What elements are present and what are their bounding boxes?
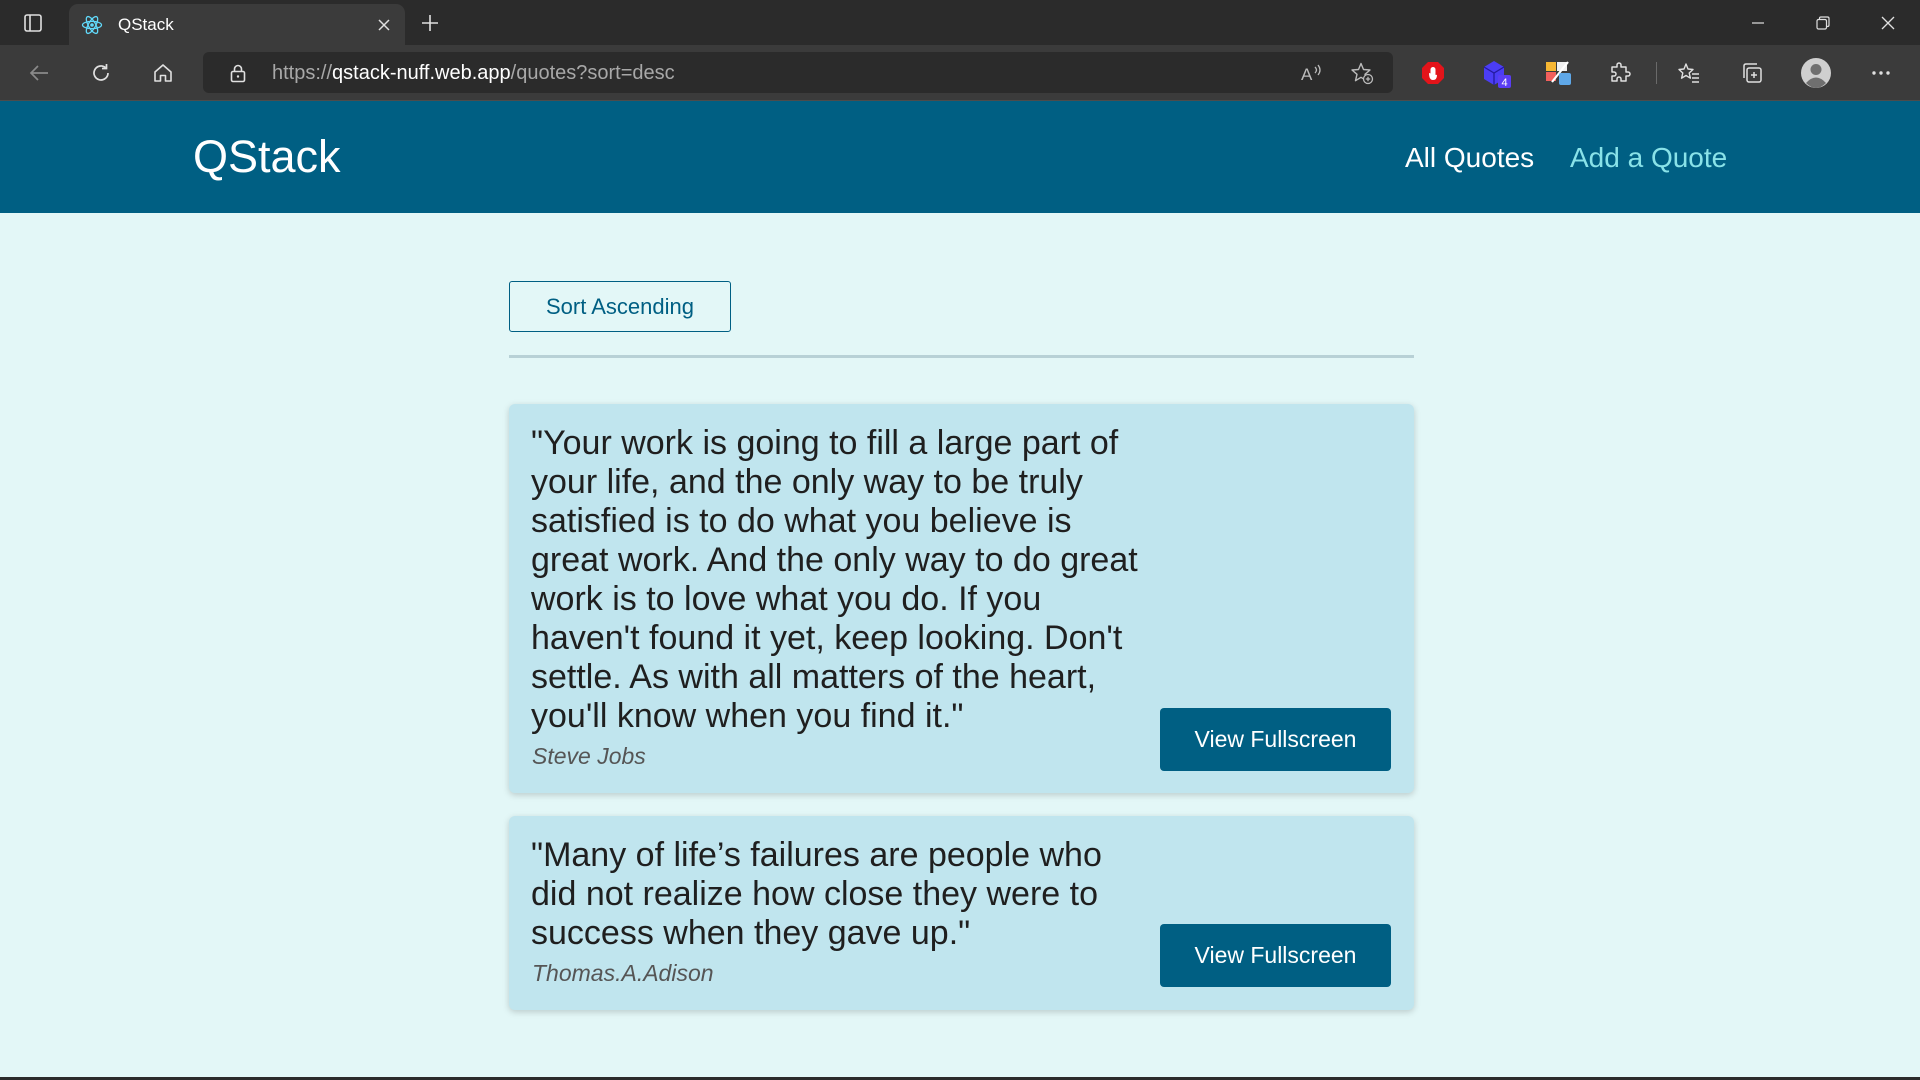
- view-fullscreen-button[interactable]: View Fullscreen: [1160, 708, 1391, 771]
- quote-text: "Your work is going to fill a large part…: [531, 424, 1138, 735]
- close-window-icon[interactable]: [1865, 5, 1911, 40]
- read-aloud-icon[interactable]: A: [1299, 60, 1325, 86]
- toolbar-divider: [1656, 62, 1657, 84]
- favorites-icon[interactable]: [1670, 55, 1708, 91]
- quote-card: "Your work is going to fill a large part…: [509, 404, 1414, 793]
- url-text[interactable]: https://qstack-nuff.web.app/quotes?sort=…: [272, 60, 675, 86]
- browser-toolbar: https://qstack-nuff.web.app/quotes?sort=…: [0, 45, 1920, 100]
- svg-text:A: A: [1301, 65, 1313, 84]
- close-icon[interactable]: [373, 14, 395, 36]
- quote-card: "Many of life’s failures are people who …: [509, 816, 1414, 1010]
- lock-icon[interactable]: [227, 62, 249, 84]
- back-icon[interactable]: [20, 55, 58, 91]
- quote-author: Thomas.A.Adison: [532, 960, 714, 986]
- browser-tab[interactable]: QStack: [69, 4, 405, 45]
- profile-icon[interactable]: [1797, 55, 1835, 91]
- app-logo[interactable]: QStack: [193, 131, 341, 183]
- collections-icon[interactable]: [1733, 55, 1771, 91]
- more-icon[interactable]: [1862, 55, 1900, 91]
- view-fullscreen-button[interactable]: View Fullscreen: [1160, 924, 1391, 987]
- tab-actions-icon[interactable]: [16, 9, 50, 37]
- extension-badge-count: 4: [1502, 77, 1508, 89]
- quote-text: "Many of life’s failures are people who …: [531, 836, 1102, 952]
- url-host: qstack-nuff.web.app: [332, 62, 511, 84]
- home-icon[interactable]: [144, 55, 182, 91]
- minimize-icon[interactable]: [1735, 5, 1781, 40]
- adblock-icon[interactable]: [1414, 55, 1452, 91]
- puzzle-icon[interactable]: [1601, 55, 1639, 91]
- react-atom-icon: [81, 14, 103, 36]
- nav-all-quotes[interactable]: All Quotes: [1405, 141, 1534, 175]
- url-protocol: https://: [272, 62, 333, 84]
- extension-cube-icon[interactable]: 4: [1477, 55, 1515, 91]
- app-header: QStack All Quotes Add a Quote: [0, 101, 1920, 213]
- quote-author: Steve Jobs: [532, 743, 646, 769]
- restore-icon[interactable]: [1800, 5, 1846, 40]
- nav-add-quote[interactable]: Add a Quote: [1570, 141, 1727, 175]
- sort-ascending-button[interactable]: Sort Ascending: [509, 281, 731, 332]
- extension-paint-icon[interactable]: [1540, 55, 1578, 91]
- refresh-icon[interactable]: [82, 55, 120, 91]
- url-path: /quotes?sort=desc: [510, 62, 675, 84]
- address-bar[interactable]: https://qstack-nuff.web.app/quotes?sort=…: [203, 52, 1393, 93]
- tab-title: QStack: [118, 15, 174, 34]
- plus-icon[interactable]: [414, 9, 446, 37]
- browser-tab-strip: QStack: [0, 0, 1920, 45]
- sort-divider: [509, 355, 1414, 358]
- add-favorite-icon[interactable]: [1349, 60, 1375, 86]
